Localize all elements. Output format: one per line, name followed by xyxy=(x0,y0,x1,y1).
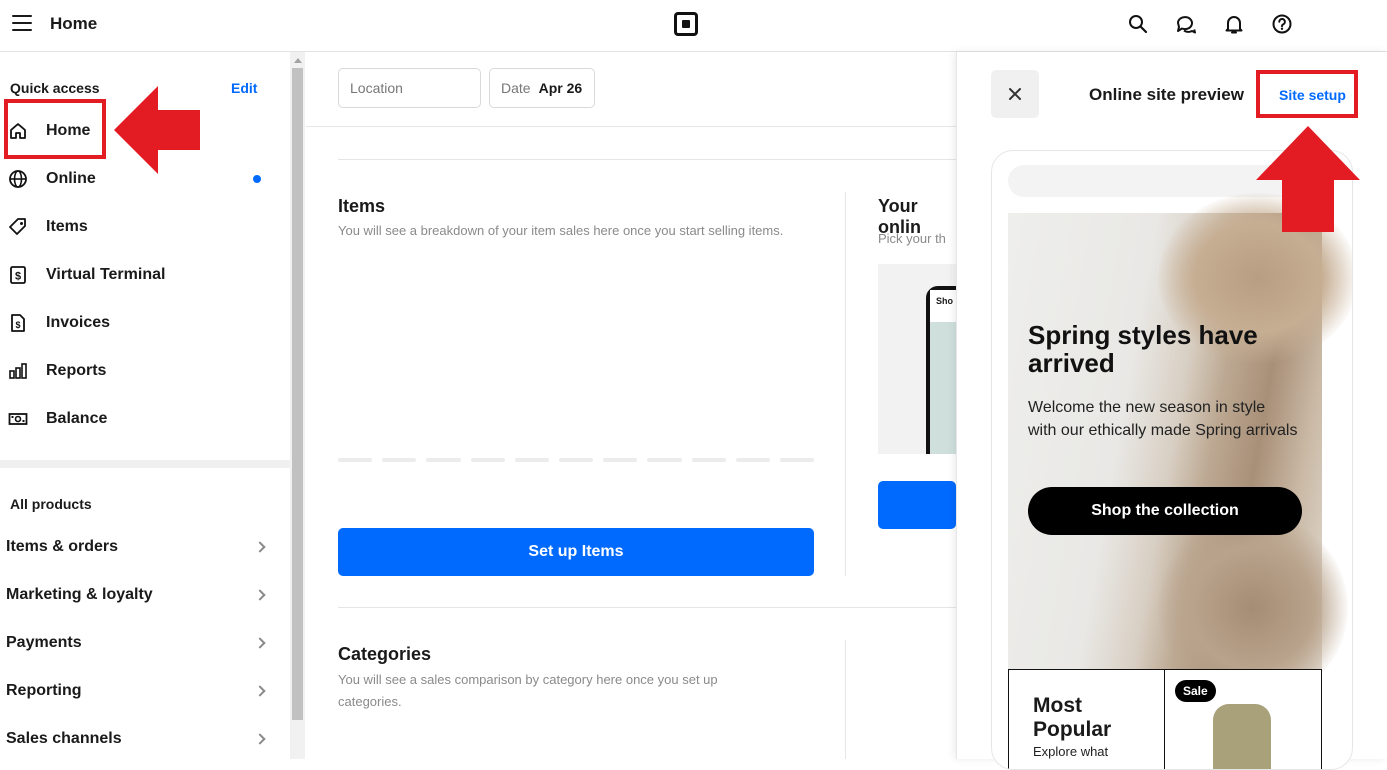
chevron-right-icon xyxy=(254,589,266,601)
items-section-title: Items xyxy=(338,196,386,216)
dollar-terminal-icon: $ xyxy=(8,265,28,285)
bell-icon[interactable] xyxy=(1223,13,1245,35)
date-filter[interactable]: Date Apr 26 xyxy=(489,68,595,108)
scroll-up-arrow-icon[interactable] xyxy=(294,58,302,63)
location-placeholder: Location xyxy=(350,80,403,96)
product-item-label: Marketing & loyalty xyxy=(6,586,153,603)
sidebar-item-label: Balance xyxy=(46,410,108,427)
product-item-sales-channels[interactable]: Sales channels xyxy=(6,724,270,754)
product-item-items-orders[interactable]: Items & orders xyxy=(6,532,270,562)
product-item-marketing-loyalty[interactable]: Marketing & loyalty xyxy=(6,580,270,610)
sidebar-item-label: Items xyxy=(46,218,88,235)
invoice-icon: $ xyxy=(8,313,28,333)
sidebar-item-label: Online xyxy=(46,170,96,187)
scrollbar-thumb[interactable] xyxy=(292,68,303,720)
chevron-right-icon xyxy=(254,541,266,553)
divider xyxy=(306,126,956,127)
annotation-arrow-left-icon xyxy=(114,86,200,174)
categories-section-description: You will see a sales comparison by categ… xyxy=(338,672,718,709)
annotation-highlight-home xyxy=(4,99,106,159)
tag-icon xyxy=(8,217,28,237)
sidebar-item-label: Virtual Terminal xyxy=(46,266,166,283)
date-value: Apr 26 xyxy=(538,80,583,96)
chevron-right-icon xyxy=(254,637,266,649)
close-icon xyxy=(1009,88,1021,100)
help-icon[interactable] xyxy=(1271,13,1293,35)
sale-product-tile[interactable]: Sale xyxy=(1165,669,1322,769)
tile-title: Most Popular xyxy=(1033,694,1112,741)
main-content: Location Date Apr 26 Items You will see … xyxy=(306,52,956,759)
notification-dot xyxy=(253,175,261,183)
theme-preview-image[interactable]: Sho xyxy=(878,264,956,454)
sidebar-item-balance[interactable]: Balance xyxy=(0,399,290,439)
items-section-description: You will see a breakdown of your item sa… xyxy=(338,223,784,238)
sidebar-item-virtual-terminal[interactable]: $ Virtual Terminal xyxy=(0,255,290,295)
sidebar-item-invoices[interactable]: $ Invoices xyxy=(0,303,290,343)
annotation-highlight-site-setup xyxy=(1256,70,1358,118)
date-label: Date xyxy=(501,80,531,96)
divider xyxy=(338,607,956,608)
section-divider xyxy=(0,460,290,468)
svg-text:$: $ xyxy=(15,320,20,330)
product-item-label: Payments xyxy=(6,634,82,651)
hamburger-menu-icon[interactable] xyxy=(12,15,32,31)
svg-text:$: $ xyxy=(15,271,21,283)
sidebar-scrollbar[interactable] xyxy=(290,52,305,759)
phone-screen-label: Sho xyxy=(930,290,956,322)
quick-access-title: Quick access xyxy=(10,80,100,96)
divider xyxy=(338,159,956,160)
phone-mockup: Sho xyxy=(926,286,956,454)
jacket-product-image xyxy=(1213,704,1271,769)
product-item-label: Sales channels xyxy=(6,730,122,747)
most-popular-tile[interactable]: Most Popular Explore what xyxy=(1008,669,1165,769)
chevron-right-icon xyxy=(254,685,266,697)
square-logo-icon[interactable] xyxy=(674,12,698,36)
annotation-arrow-up-icon xyxy=(1256,126,1360,232)
hero-title: Spring styles have arrived xyxy=(1028,320,1258,378)
chevron-right-icon xyxy=(254,733,266,745)
bar-chart-icon xyxy=(8,361,28,381)
items-placeholder-bars xyxy=(338,458,815,462)
edit-quick-access-link[interactable]: Edit xyxy=(231,80,257,96)
hero-banner: Spring styles have arrived Welcome the n… xyxy=(1008,193,1352,703)
product-item-payments[interactable]: Payments xyxy=(6,628,270,658)
online-action-button[interactable] xyxy=(878,481,956,529)
product-item-label: Reporting xyxy=(6,682,82,699)
page-title: Home xyxy=(50,14,98,33)
sidebar-item-label: Reports xyxy=(46,362,107,379)
product-item-label: Items & orders xyxy=(6,538,119,555)
top-bar: Home xyxy=(0,0,1387,52)
categories-section-title: Categories xyxy=(338,644,432,664)
sale-badge: Sale xyxy=(1175,680,1216,702)
column-divider xyxy=(845,192,846,576)
cash-icon xyxy=(8,409,28,429)
shop-collection-button[interactable]: Shop the collection xyxy=(1028,487,1302,535)
column-divider xyxy=(845,640,846,759)
search-icon[interactable] xyxy=(1127,13,1149,35)
sidebar-item-items[interactable]: Items xyxy=(0,207,290,247)
close-button[interactable] xyxy=(991,70,1039,118)
sidebar-item-reports[interactable]: Reports xyxy=(0,351,290,391)
sidebar-item-label: Invoices xyxy=(46,314,111,331)
product-item-reporting[interactable]: Reporting xyxy=(6,676,270,706)
panel-title: Online site preview xyxy=(1089,85,1244,104)
site-preview-frame: Spring styles have arrived Welcome the n… xyxy=(991,150,1353,770)
set-up-items-button[interactable]: Set up Items xyxy=(338,528,814,576)
online-section-description: Pick your th xyxy=(878,231,946,246)
hero-text: Welcome the new season in style with our… xyxy=(1028,399,1298,439)
messages-icon[interactable] xyxy=(1175,13,1197,35)
location-filter[interactable]: Location xyxy=(338,68,481,108)
globe-icon xyxy=(8,169,28,189)
all-products-title: All products xyxy=(10,496,92,512)
tile-subtitle: Explore what xyxy=(1033,744,1109,759)
